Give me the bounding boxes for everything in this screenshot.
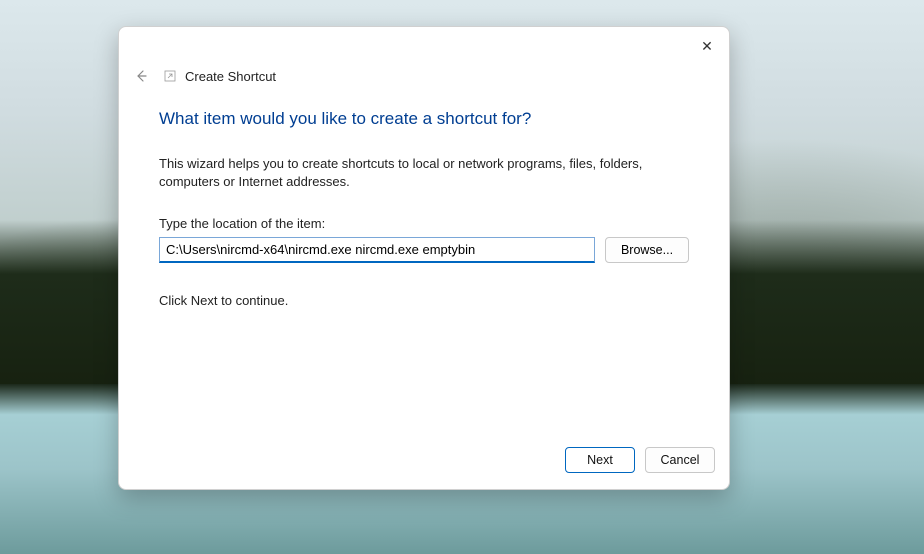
continue-hint: Click Next to continue. [159,293,689,308]
back-arrow-icon [133,68,149,84]
close-button[interactable]: ✕ [685,31,729,61]
window-title: Create Shortcut [185,69,276,84]
back-button[interactable] [127,62,155,90]
location-input[interactable] [159,237,595,263]
cancel-button[interactable]: Cancel [645,447,715,473]
next-button[interactable]: Next [565,447,635,473]
location-row: Browse... [159,237,689,263]
titlebar: ✕ [119,27,729,63]
browse-button[interactable]: Browse... [605,237,689,263]
page-heading: What item would you like to create a sho… [159,109,689,129]
dialog-content: What item would you like to create a sho… [119,91,729,441]
header-row: Create Shortcut [119,61,729,91]
create-shortcut-dialog: ✕ Create Shortcut What item would you li… [118,26,730,490]
dialog-footer: Next Cancel [119,441,729,489]
location-label: Type the location of the item: [159,216,689,231]
close-icon: ✕ [701,38,713,55]
wizard-description: This wizard helps you to create shortcut… [159,155,679,190]
shortcut-icon [163,69,177,83]
